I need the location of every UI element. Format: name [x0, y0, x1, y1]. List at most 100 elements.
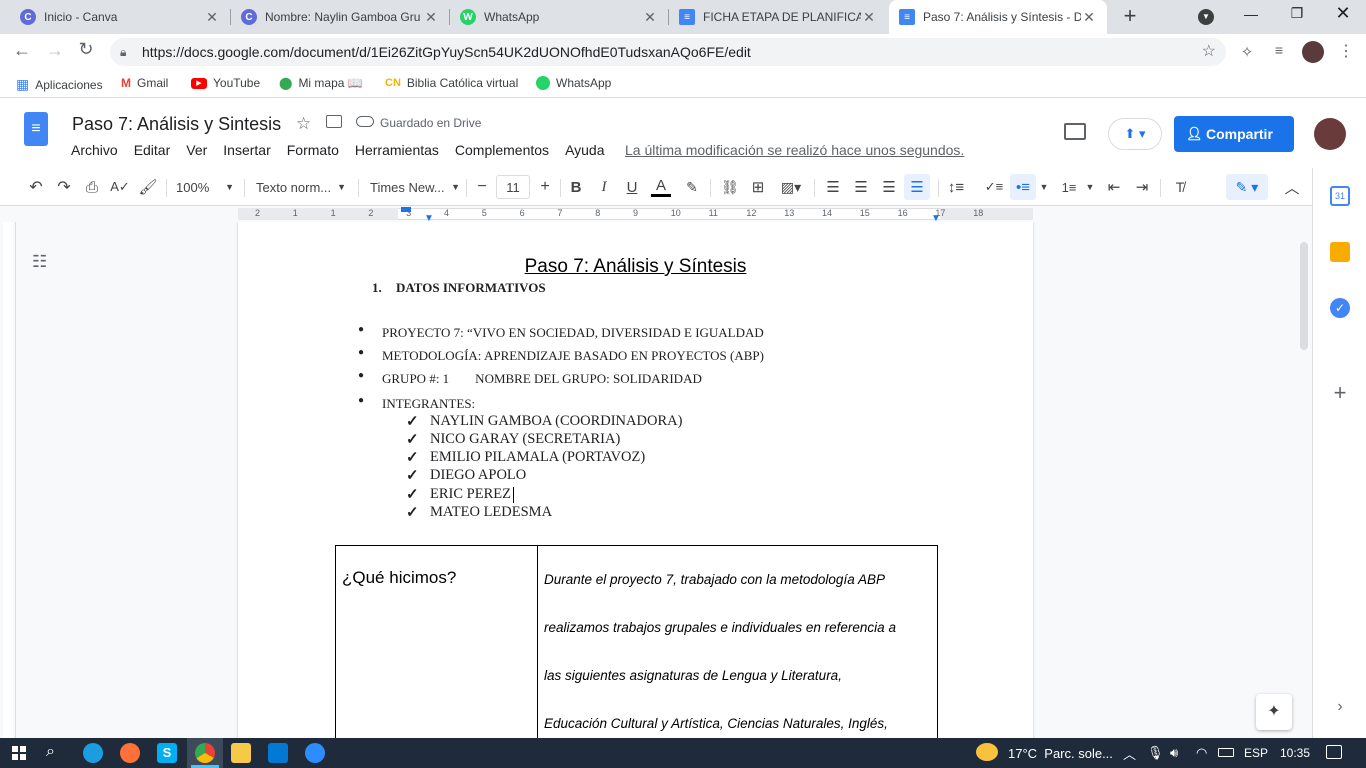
paint-format-icon[interactable]: 🖌︎ — [138, 177, 158, 197]
menu-archivo[interactable]: Archivo — [71, 142, 118, 158]
reflection-table[interactable]: ¿Qué hicimos? Durante el proyecto 7, tra… — [335, 545, 938, 738]
profile-avatar[interactable] — [1302, 41, 1324, 63]
bookmark-apps[interactable]: ▦ Aplicaciones — [16, 76, 103, 93]
last-edit-link[interactable]: La última modificación se realizó hace u… — [625, 142, 964, 158]
zoom-select[interactable]: 100% ▼ — [176, 177, 234, 197]
highlight-color-icon[interactable]: ✎ — [683, 177, 701, 197]
collapse-toolbar-icon[interactable]: ︿ — [1282, 177, 1302, 197]
menu-complementos[interactable]: Complementos — [455, 142, 549, 158]
insert-image-icon[interactable]: ▨▾ — [776, 177, 806, 197]
increase-indent-icon[interactable]: ⇥ — [1132, 177, 1152, 197]
menu-editar[interactable]: Editar — [134, 142, 171, 158]
back-arrow-icon[interactable]: ← — [12, 40, 32, 60]
first-line-indent-marker[interactable] — [401, 207, 411, 212]
volume-icon[interactable]: 🔊︎ — [1170, 745, 1178, 761]
wifi-icon[interactable]: ◠ — [1196, 745, 1207, 761]
bookmark-biblia[interactable]: CN Biblia Católica virtual — [385, 76, 518, 90]
insert-link-icon[interactable]: ⛓︎ — [720, 177, 740, 197]
explore-sparkle-icon[interactable]: ✦ — [1256, 694, 1292, 730]
align-justify-icon[interactable]: ☰ — [904, 174, 930, 200]
editing-mode-icon[interactable]: ✎ ▾ — [1226, 174, 1268, 200]
url-omnibox[interactable]: 🔒︎ https://docs.google.com/document/d/1E… — [110, 38, 1226, 66]
tab-paso-7-active[interactable]: ≡ Paso 7: Análisis y Síntesis - Do ✕ — [889, 0, 1107, 34]
new-tab-plus-icon[interactable]: + — [1118, 4, 1142, 28]
document-page[interactable]: Paso 7: Análisis y Síntesis 1. DATOS INF… — [238, 222, 1033, 738]
account-avatar[interactable] — [1314, 118, 1346, 150]
underline-icon[interactable]: U — [623, 177, 641, 197]
photos-app-icon[interactable] — [268, 743, 288, 763]
vertical-scrollbar[interactable] — [1296, 222, 1312, 738]
redo-icon[interactable]: ↷ — [54, 177, 74, 197]
print-icon[interactable]: ⎙ — [82, 177, 102, 197]
document-outline-icon[interactable]: ☷ — [32, 252, 52, 271]
numbered-list-icon[interactable]: 1≡ — [1058, 177, 1080, 197]
edge-icon[interactable] — [83, 743, 103, 763]
chevron-down-icon[interactable]: ▼ — [1038, 177, 1050, 197]
checklist-icon[interactable]: ✓≡ — [984, 177, 1004, 197]
tab-canva-naylin[interactable]: C Nombre: Naylin Gamboa Gru ✕ — [231, 0, 449, 34]
increase-font-size-icon[interactable]: + — [536, 177, 554, 197]
restore-window-icon[interactable]: ❐ — [1287, 5, 1307, 25]
bookmark-youtube[interactable]: ▶ YouTube — [191, 76, 260, 90]
input-language[interactable]: ESP — [1244, 746, 1268, 760]
tab-search-icon[interactable]: ▼ — [1198, 9, 1214, 25]
bulleted-list-icon[interactable]: •≡ — [1010, 174, 1036, 200]
bookmark-mi-mapa[interactable]: ⬤ Mi mapa 📖 — [279, 76, 363, 90]
calendar-icon[interactable]: 31 — [1330, 186, 1350, 206]
skype-icon[interactable]: S — [157, 743, 177, 763]
minimize-window-icon[interactable]: — — [1240, 6, 1262, 26]
close-tab-icon[interactable]: ✕ — [204, 9, 220, 26]
zoom-app-icon[interactable] — [305, 743, 325, 763]
star-icon[interactable]: ☆ — [296, 114, 311, 134]
forward-arrow-icon[interactable]: → — [45, 40, 65, 60]
microphone-icon[interactable]: 🎙︎ — [1147, 745, 1164, 761]
battery-icon[interactable] — [1218, 748, 1234, 757]
extensions-puzzle-icon[interactable]: ✧ — [1238, 43, 1256, 61]
align-right-icon[interactable]: ☰ — [880, 177, 898, 197]
clock-time[interactable]: 10:35 — [1280, 746, 1310, 760]
menu-formato[interactable]: Formato — [287, 142, 339, 158]
close-window-icon[interactable]: ✕ — [1333, 3, 1353, 25]
menu-insertar[interactable]: Insertar — [223, 142, 270, 158]
keep-icon[interactable] — [1330, 242, 1350, 262]
add-addon-plus-icon[interactable]: + — [1329, 380, 1351, 406]
chevron-down-icon[interactable]: ▼ — [1084, 177, 1096, 197]
tasks-icon[interactable]: ✓ — [1330, 298, 1350, 318]
comments-icon[interactable] — [1064, 123, 1086, 140]
chrome-active-taskbar-item[interactable] — [187, 738, 223, 768]
spellcheck-icon[interactable]: A✓ — [110, 177, 130, 197]
google-docs-logo-icon[interactable]: ≡ — [24, 112, 48, 146]
file-explorer-icon[interactable] — [231, 743, 251, 763]
chevron-right-icon[interactable]: › — [1331, 698, 1349, 716]
paragraph-style-select[interactable]: Texto norm... ▼ — [256, 177, 346, 197]
show-hidden-icons-icon[interactable]: ︿ — [1123, 744, 1136, 763]
notifications-icon[interactable] — [1326, 745, 1342, 759]
share-button[interactable]: 👤︎ Compartir — [1174, 116, 1294, 152]
scrollbar-thumb[interactable] — [1300, 242, 1308, 350]
decrease-font-size-icon[interactable]: − — [473, 177, 491, 197]
tab-canva-home[interactable]: C Inicio - Canva ✕ — [10, 0, 230, 34]
browser-menu-icon[interactable]: ⋮ — [1338, 41, 1354, 63]
menu-herramientas[interactable]: Herramientas — [355, 142, 439, 158]
italic-icon[interactable]: I — [595, 177, 613, 197]
document-title[interactable]: Paso 7: Análisis y Sintesis — [72, 114, 281, 135]
bookmark-whatsapp[interactable]: WhatsApp — [536, 76, 611, 90]
line-spacing-icon[interactable]: ↕≡ — [946, 177, 966, 197]
close-tab-icon[interactable]: ✕ — [423, 9, 439, 26]
bookmark-gmail[interactable]: M Gmail — [121, 76, 168, 90]
close-tab-icon[interactable]: ✕ — [642, 9, 658, 26]
tab-whatsapp[interactable]: W WhatsApp ✕ — [450, 0, 668, 34]
bookmark-star-icon[interactable]: ☆ — [1202, 38, 1216, 66]
decrease-indent-icon[interactable]: ⇤ — [1104, 177, 1124, 197]
tab-ficha-etapa[interactable]: ≡ FICHA ETAPA DE PLANIFICAC ✕ — [669, 0, 887, 34]
align-left-icon[interactable]: ☰ — [824, 177, 842, 197]
menu-ver[interactable]: Ver — [186, 142, 207, 158]
move-folder-icon[interactable] — [326, 115, 342, 128]
font-size-input[interactable]: 11 — [496, 175, 530, 199]
align-center-icon[interactable]: ☰ — [852, 177, 870, 197]
clear-formatting-icon[interactable]: T̸ — [1170, 177, 1190, 197]
bold-icon[interactable]: B — [567, 177, 585, 197]
undo-icon[interactable]: ↶ — [26, 177, 46, 197]
add-comment-icon[interactable]: ⊞ — [748, 177, 768, 197]
search-icon[interactable]: ⌕ — [46, 743, 55, 761]
